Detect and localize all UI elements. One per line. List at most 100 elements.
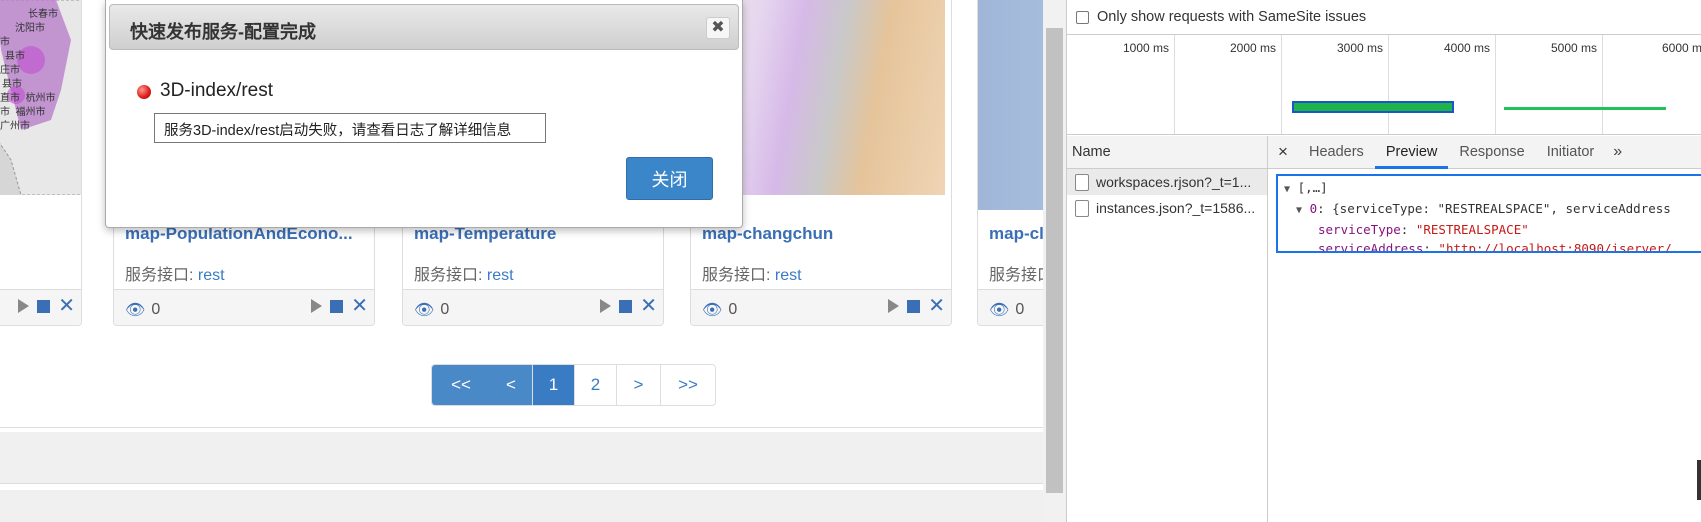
interface-label: 服务接口:	[125, 267, 194, 284]
map-label: 庄市	[0, 65, 20, 76]
timeline-tick: 2000 ms	[1230, 41, 1277, 55]
delete-icon[interactable]: ✕	[640, 296, 657, 316]
footer-band	[0, 432, 1043, 484]
request-timing-line	[1504, 107, 1666, 110]
next-page-button[interactable]: >	[616, 365, 660, 405]
dialog-header: 快速发布服务-配置完成 ✖	[109, 4, 739, 50]
error-message: 服务3D-index/rest启动失败，请查看日志了解详细信息	[154, 113, 546, 143]
samesite-filter[interactable]: Only show requests with SameSite issues	[1067, 0, 1701, 34]
tab-response[interactable]: Response	[1448, 136, 1535, 169]
json-property: serviceType: "RESTREALSPACE"	[1318, 222, 1529, 237]
interface-link[interactable]: rest	[198, 267, 225, 284]
play-icon[interactable]	[888, 299, 900, 313]
json-preview[interactable]: ▼ [,…] ▼ 0: {serviceType: "RESTREALSPACE…	[1276, 174, 1701, 253]
card-title[interactable]: map-cl	[989, 224, 1043, 244]
delete-icon[interactable]: ✕	[928, 296, 945, 316]
request-name: workspaces.rjson?_t=1...	[1096, 174, 1252, 190]
detail-tabs: × Headers Preview Response Initiator »	[1268, 136, 1701, 169]
prev-page-button[interactable]: <	[490, 365, 532, 405]
map-label: 市	[0, 37, 10, 48]
json-item[interactable]: ▼ 0: {serviceType: "RESTREALSPACE", serv…	[1284, 199, 1701, 220]
card-actions: ✕	[311, 296, 368, 316]
json-value: "RESTREALSPACE"	[1415, 222, 1529, 237]
expand-triangle-icon[interactable]: ▼	[1284, 184, 1290, 195]
play-icon[interactable]	[311, 299, 323, 313]
expand-triangle-icon[interactable]: ▼	[1296, 205, 1302, 216]
samesite-checkbox[interactable]	[1076, 10, 1089, 24]
card-interface: 服务接口: rest	[125, 261, 225, 285]
close-button[interactable]: 关闭	[626, 157, 713, 200]
map-label: 县市	[5, 51, 25, 62]
card-interface: 服务接口: rest	[702, 261, 802, 285]
network-timeline[interactable]: 1000 ms 2000 ms 3000 ms 4000 ms 5000 ms …	[1067, 34, 1701, 135]
card-footer: 👁 0	[978, 289, 1043, 325]
page-scrollbar[interactable]	[1043, 0, 1066, 522]
timeline-gridline	[1495, 35, 1496, 134]
timeline-tick: 5000 ms	[1551, 41, 1598, 55]
map-thumbnail[interactable]	[978, 0, 1043, 210]
view-count: 👁 0	[125, 300, 160, 320]
json-root[interactable]: ▼ [,…]	[1284, 178, 1701, 199]
timeline-gridline	[1174, 35, 1175, 134]
request-details: × Headers Preview Response Initiator » ▼…	[1268, 136, 1701, 522]
card-actions: ✕	[600, 296, 657, 316]
timeline-tick: 4000 ms	[1444, 41, 1491, 55]
map-label: 福州市	[15, 107, 46, 118]
request-row[interactable]: instances.json?_t=1586...	[1067, 195, 1267, 221]
close-icon[interactable]: ✖	[706, 17, 730, 39]
dialog-title: 快速发布服务-配置完成	[130, 22, 316, 42]
interface-link[interactable]: rest	[487, 267, 514, 284]
play-icon[interactable]	[18, 299, 30, 313]
divider	[0, 427, 1043, 428]
request-row[interactable]: workspaces.rjson?_t=1...	[1067, 169, 1267, 195]
error-status-icon	[137, 85, 151, 99]
close-details-icon[interactable]: ×	[1268, 142, 1298, 162]
card-interface: 服务接口	[989, 261, 1043, 285]
service-card[interactable]: map-cl 服务接口 👁0	[977, 0, 1043, 326]
page-1-button[interactable]: 1	[532, 365, 574, 405]
view-count-value: 0	[1015, 301, 1025, 318]
view-count: 👁 0	[989, 300, 1024, 320]
eye-icon: 👁	[414, 302, 435, 319]
tab-headers[interactable]: Headers	[1298, 136, 1375, 169]
json-summary: : {serviceType: "RESTREALSPACE", service…	[1317, 201, 1671, 216]
view-count-value: 0	[728, 301, 738, 318]
stop-icon[interactable]	[907, 299, 921, 313]
last-page-button[interactable]: >>	[660, 365, 715, 405]
service-name: 3D-index/rest	[160, 80, 273, 101]
stop-icon[interactable]	[37, 299, 51, 313]
map-label: 广州市	[0, 121, 30, 132]
delete-icon[interactable]: ✕	[351, 296, 368, 316]
first-page-button[interactable]: <<	[432, 365, 490, 405]
card-footer: 👁 0 ✕	[114, 289, 374, 325]
card-interface: 服务接口: rest	[414, 261, 514, 285]
interface-label: 服务接口:	[702, 267, 771, 284]
timeline-gridline	[1602, 35, 1603, 134]
eye-icon: 👁	[125, 302, 146, 319]
file-icon	[1075, 199, 1089, 217]
view-count-value: 0	[440, 301, 450, 318]
pagination: << < 1 2 > >>	[431, 364, 716, 406]
interface-link[interactable]: rest	[775, 267, 802, 284]
stop-icon[interactable]	[330, 299, 344, 313]
stop-icon[interactable]	[619, 299, 633, 313]
web-page: ✕ 长春市 沈阳市 市 县市 庄市 县市 直市 杭州市 市 福州市 广州市 ma…	[0, 0, 1043, 522]
page-2-button[interactable]: 2	[574, 365, 616, 405]
json-root-text: [,…]	[1297, 180, 1328, 195]
scrollbar-thumb[interactable]	[1046, 28, 1063, 493]
json-property: serviceAddress: "http://localhost:8090/i…	[1284, 239, 1701, 251]
devtools-network-panel: Only show requests with SameSite issues …	[1066, 0, 1701, 522]
card-actions: ✕	[18, 296, 75, 316]
delete-icon[interactable]: ✕	[58, 296, 75, 316]
eye-icon: 👁	[702, 302, 723, 319]
play-icon[interactable]	[600, 299, 612, 313]
map-label: 县市	[2, 79, 22, 90]
timeline-tick: 3000 ms	[1337, 41, 1384, 55]
panel-edge	[1697, 460, 1701, 500]
card-actions: ✕	[888, 296, 945, 316]
name-column-header[interactable]: Name	[1067, 136, 1267, 169]
timeline-gridline	[1281, 35, 1282, 134]
tab-preview[interactable]: Preview	[1374, 136, 1449, 169]
tab-initiator[interactable]: Initiator	[1536, 136, 1606, 169]
more-tabs-icon[interactable]: »	[1605, 143, 1630, 161]
